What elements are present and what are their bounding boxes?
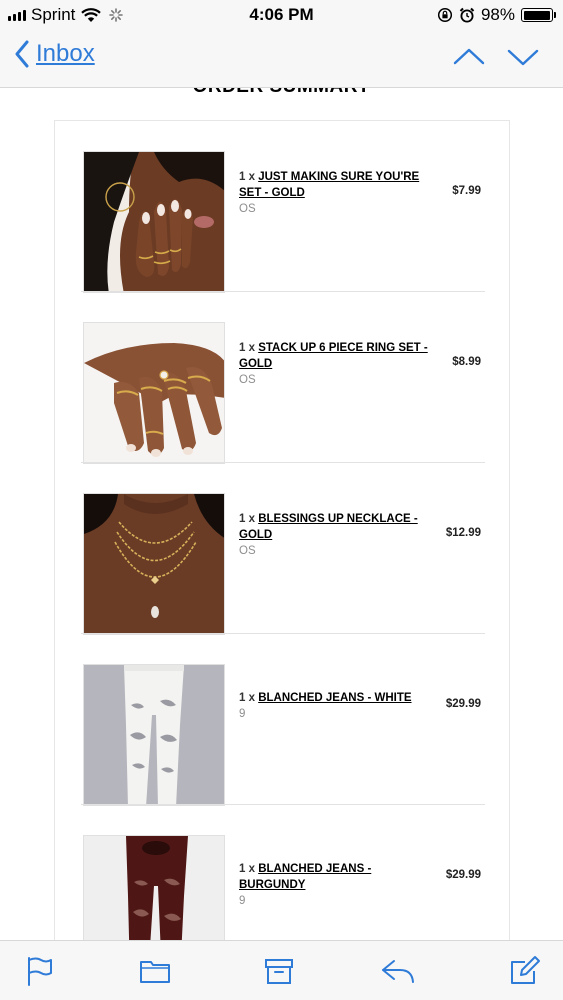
order-item: 1 x STACK UP 6 PIECE RING SET - GOLD OS … (81, 292, 485, 464)
item-name-link[interactable]: BLANCHED JEANS - WHITE (258, 692, 411, 704)
archive-icon[interactable] (263, 955, 295, 987)
bottom-toolbar (0, 940, 563, 1000)
item-price: $12.99 (445, 527, 481, 539)
back-label: Inbox (36, 40, 95, 67)
item-details: 1 x BLESSINGS UP NECKLACE - GOLD OS (239, 511, 435, 559)
item-price: $29.99 (445, 698, 481, 710)
item-name-link[interactable]: STACK UP 6 PIECE RING SET - GOLD (239, 342, 428, 370)
previous-message-button[interactable] (453, 44, 485, 70)
reply-icon[interactable] (380, 955, 416, 987)
product-image-necklace[interactable] (83, 493, 225, 635)
rotation-lock-icon (437, 7, 453, 23)
item-name-link[interactable]: BLESSINGS UP NECKLACE - GOLD (239, 513, 418, 541)
item-details: 1 x BLANCHED JEANS - WHITE 9 (239, 690, 435, 722)
item-quantity: 1 x (239, 171, 259, 183)
order-item: 1 x JUST MAKING SURE YOU'RE SET - GOLD O… (81, 121, 485, 293)
battery-icon (521, 8, 556, 22)
item-name-link[interactable]: BLANCHED JEANS - BURGUNDY (239, 863, 371, 891)
item-quantity: 1 x (239, 513, 259, 525)
item-quantity: 1 x (239, 342, 259, 354)
item-details: 1 x STACK UP 6 PIECE RING SET - GOLD OS (239, 340, 435, 388)
item-details: 1 x BLANCHED JEANS - BURGUNDY 9 (239, 861, 435, 909)
order-summary-card: 1 x JUST MAKING SURE YOU'RE SET - GOLD O… (54, 120, 510, 940)
order-item: 1 x BLESSINGS UP NECKLACE - GOLD OS $12.… (81, 463, 485, 635)
order-item: 1 x BLANCHED JEANS - BURGUNDY 9 $29.99 (81, 805, 485, 940)
navigation-bar: Inbox (0, 30, 563, 88)
item-variant: OS (239, 203, 256, 215)
next-message-button[interactable] (507, 44, 539, 70)
battery-fill (523, 10, 550, 20)
item-variant: 9 (239, 708, 246, 720)
item-price: $29.99 (445, 869, 481, 881)
item-variant: 9 (239, 895, 246, 907)
item-details: 1 x JUST MAKING SURE YOU'RE SET - GOLD O… (239, 169, 435, 217)
order-item: 1 x BLANCHED JEANS - WHITE 9 $29.99 (81, 634, 485, 806)
item-variant: OS (239, 374, 256, 386)
chevron-left-icon (15, 40, 29, 68)
email-body[interactable]: ORDER SUMMARY (0, 88, 563, 940)
compose-icon[interactable] (509, 955, 541, 987)
product-image-hand-with-rings[interactable] (83, 151, 225, 293)
item-price: $7.99 (452, 185, 481, 197)
item-price: $8.99 (452, 356, 481, 368)
status-bar: Sprint 4:06 PM 98% (0, 0, 563, 30)
product-image-white-jeans[interactable] (83, 664, 225, 806)
item-quantity: 1 x (239, 863, 259, 875)
item-quantity: 1 x (239, 692, 259, 704)
item-name-link[interactable]: JUST MAKING SURE YOU'RE SET - GOLD (239, 171, 419, 199)
item-variant: OS (239, 545, 256, 557)
alarm-icon (459, 7, 475, 23)
battery-percent: 98% (480, 5, 515, 24)
product-image-ring-set[interactable] (83, 322, 225, 464)
folder-icon[interactable] (139, 955, 171, 987)
flag-icon[interactable] (24, 955, 56, 987)
order-summary-title: ORDER SUMMARY (0, 88, 563, 98)
back-to-inbox-button[interactable]: Inbox (14, 40, 95, 68)
message-navigation (453, 44, 539, 70)
product-image-burgundy-jeans[interactable] (83, 835, 225, 940)
status-right: 98% (437, 5, 556, 25)
